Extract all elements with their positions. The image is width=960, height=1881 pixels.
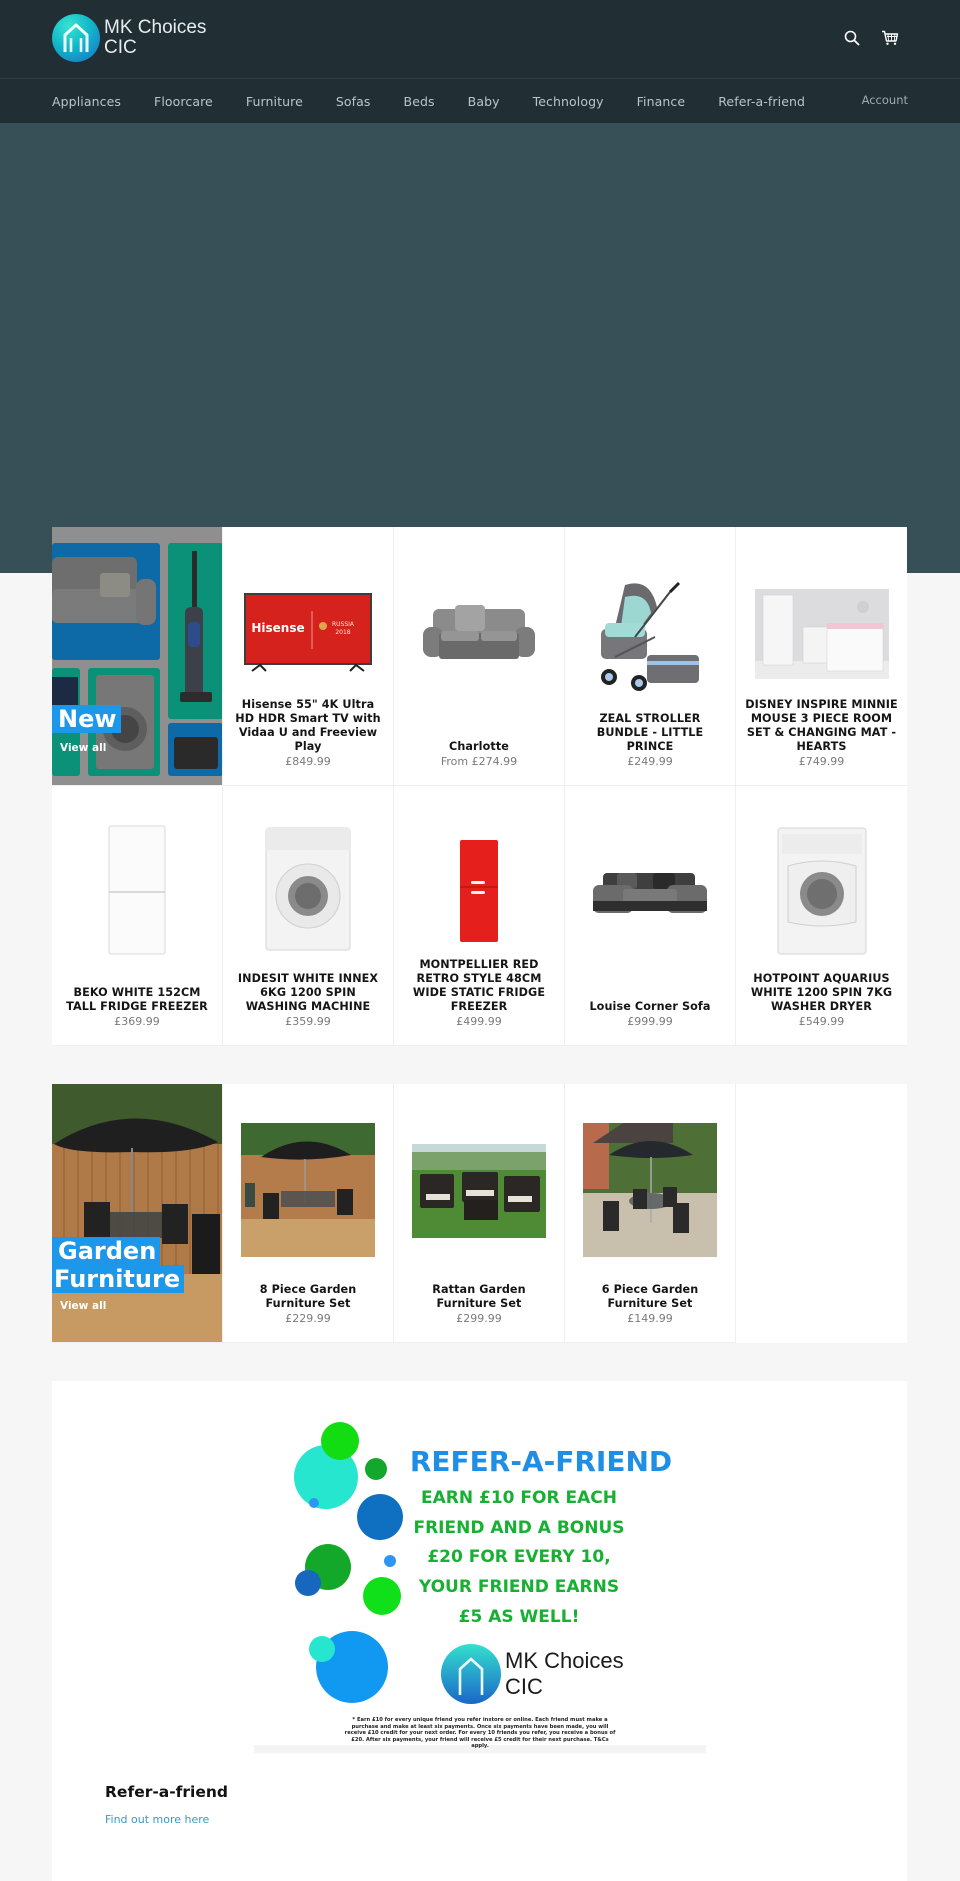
- collection-feature-garden-furniture[interactable]: Garden Furniture View all: [52, 1084, 223, 1343]
- svg-text:2018: 2018: [335, 629, 350, 636]
- product-card[interactable]: 8 Piece Garden Furniture Set £229.99: [223, 1084, 394, 1343]
- product-image-fridge: [108, 825, 166, 955]
- nav-item-furniture[interactable]: Furniture: [246, 94, 303, 109]
- collection-new: New View all Hisense RUSSIA 2018 Hisense…: [52, 527, 907, 1046]
- banner-line: £20 FOR EVERY 10,: [427, 1547, 610, 1567]
- product-price: £299.99: [456, 1312, 502, 1325]
- nav-item-finance[interactable]: Finance: [637, 94, 686, 109]
- product-title: Louise Corner Sofa: [589, 1000, 711, 1013]
- banner-headline: REFER-A-FRIEND: [410, 1445, 672, 1478]
- product-image-washer-dryer: [777, 827, 866, 955]
- product-card[interactable]: 6 Piece Garden Furniture Set £149.99: [565, 1084, 736, 1343]
- product-title: ZEAL STROLLER BUNDLE - LITTLE PRINCE: [596, 712, 704, 753]
- search-icon[interactable]: [842, 28, 862, 48]
- product-image-8-piece-garden-set: [241, 1123, 375, 1257]
- product-card[interactable]: Louise Corner Sofa £999.99: [565, 786, 736, 1046]
- product-title: DISNEY INSPIRE MINNIE MOUSE 3 PIECE ROOM…: [745, 698, 898, 753]
- banner-logo-icon: [441, 1644, 501, 1704]
- collection-title: New: [52, 705, 121, 733]
- banner-line: YOUR FRIEND EARNS: [418, 1577, 619, 1597]
- product-price: £249.99: [627, 755, 673, 768]
- collection-feature-new[interactable]: New View all: [52, 527, 223, 786]
- logo-text-line2: CIC: [104, 37, 137, 58]
- nav-item-sofas[interactable]: Sofas: [336, 94, 371, 109]
- main-nav: Appliances Floorcare Furniture Sofas Bed…: [0, 78, 960, 123]
- product-card[interactable]: DISNEY INSPIRE MINNIE MOUSE 3 PIECE ROOM…: [736, 527, 907, 786]
- nav-item-technology[interactable]: Technology: [533, 94, 604, 109]
- product-title: MONTPELLIER RED RETRO STYLE 48CM WIDE ST…: [412, 958, 546, 1013]
- product-price: £499.99: [456, 1015, 502, 1028]
- collection-garden-furniture: Garden Furniture View all 8 Piece Garden…: [52, 1084, 907, 1343]
- svg-text:Hisense: Hisense: [251, 621, 304, 635]
- product-price: £999.99: [627, 1015, 673, 1028]
- site-logo[interactable]: MK Choices CIC: [52, 14, 206, 62]
- product-image-corner-sofa: [593, 873, 707, 913]
- view-all-link[interactable]: View all: [60, 1300, 106, 1312]
- banner-logo-line2: CIC: [505, 1674, 543, 1699]
- empty-grid-cell: [736, 1084, 907, 1343]
- product-title: BEKO WHITE 152CM TALL FRIDGE FREEZER: [66, 986, 208, 1013]
- product-card[interactable]: HOTPOINT AQUARIUS WHITE 1200 SPIN 7KG WA…: [736, 786, 907, 1046]
- view-all-link[interactable]: View all: [60, 742, 106, 754]
- product-image-washing-machine: [265, 827, 351, 951]
- product-image-red-fridge: [460, 840, 498, 942]
- cart-icon[interactable]: [880, 28, 900, 48]
- product-price: £549.99: [798, 1015, 845, 1028]
- banner-line: FRIEND AND A BONUS: [413, 1518, 624, 1538]
- product-title: Rattan Garden Furniture Set: [432, 1283, 526, 1310]
- product-card[interactable]: ZEAL STROLLER BUNDLE - LITTLE PRINCE £24…: [565, 527, 736, 786]
- nav-item-appliances[interactable]: Appliances: [52, 94, 121, 109]
- product-card[interactable]: Hisense RUSSIA 2018 Hisense 55" 4K Ultra…: [223, 527, 394, 786]
- banner-line: EARN £10 FOR EACH: [421, 1488, 617, 1508]
- hero-banner: [0, 123, 960, 573]
- refer-banner-graphic: REFER-A-FRIEND EARN £10 FOR EACH FRIEND …: [254, 1381, 706, 1753]
- product-price: £229.99: [285, 1312, 331, 1325]
- product-title: 8 Piece Garden Furniture Set: [259, 1283, 357, 1310]
- product-card[interactable]: Rattan Garden Furniture Set £299.99: [394, 1084, 565, 1343]
- collection-title-line1: Garden: [52, 1237, 161, 1265]
- find-out-more-link[interactable]: Find out more here: [105, 1813, 209, 1826]
- product-card[interactable]: Charlotte From £274.99: [394, 527, 565, 786]
- product-price: £359.99: [285, 1015, 331, 1028]
- refer-a-friend-section: REFER-A-FRIEND EARN £10 FOR EACH FRIEND …: [52, 1381, 907, 1881]
- nav-item-refer-a-friend[interactable]: Refer-a-friend: [718, 94, 805, 109]
- svg-text:RUSSIA: RUSSIA: [332, 621, 355, 628]
- product-title: HOTPOINT AQUARIUS WHITE 1200 SPIN 7KG WA…: [750, 972, 893, 1013]
- banner-logo-line1: MK Choices: [505, 1648, 624, 1673]
- product-image-sofa: [423, 605, 535, 659]
- banner-line: £5 AS WELL!: [459, 1607, 580, 1627]
- product-title: Charlotte: [449, 740, 509, 753]
- nav-item-floorcare[interactable]: Floorcare: [154, 94, 213, 109]
- logo-text-line1: MK Choices: [104, 17, 207, 38]
- product-title: Hisense 55" 4K Ultra HD HDR Smart TV wit…: [235, 698, 381, 753]
- product-card[interactable]: BEKO WHITE 152CM TALL FRIDGE FREEZER £36…: [52, 786, 223, 1046]
- product-title: INDESIT WHITE INNEX 6KG 1200 SPIN WASHIN…: [237, 972, 379, 1013]
- site-header: MK Choices CIC: [0, 0, 960, 78]
- product-image-rattan-garden-set: [412, 1144, 546, 1238]
- product-price: From £274.99: [440, 755, 518, 768]
- product-image-stroller: [601, 581, 699, 691]
- product-card[interactable]: MONTPELLIER RED RETRO STYLE 48CM WIDE ST…: [394, 786, 565, 1046]
- logo-house-icon: [52, 14, 100, 62]
- product-card[interactable]: INDESIT WHITE INNEX 6KG 1200 SPIN WASHIN…: [223, 786, 394, 1046]
- account-link[interactable]: Account: [862, 93, 908, 107]
- product-image-room-set: [754, 589, 889, 679]
- product-price: £149.99: [627, 1312, 673, 1325]
- refer-a-friend-banner[interactable]: REFER-A-FRIEND EARN £10 FOR EACH FRIEND …: [254, 1381, 706, 1753]
- product-price: £749.99: [798, 755, 845, 768]
- nav-item-baby[interactable]: Baby: [468, 94, 500, 109]
- collection-title-line2: Furniture: [52, 1265, 185, 1293]
- product-price: £369.99: [114, 1015, 160, 1028]
- nav-item-beds[interactable]: Beds: [404, 94, 435, 109]
- refer-heading: Refer-a-friend: [105, 1783, 229, 1801]
- product-price: £849.99: [285, 755, 331, 768]
- banner-fineprint: * Earn £10 for every unique friend you r…: [344, 1717, 616, 1749]
- product-image-tv: Hisense RUSSIA 2018: [244, 593, 372, 672]
- product-title: 6 Piece Garden Furniture Set: [601, 1283, 699, 1310]
- product-image-6-piece-garden-set: [583, 1123, 717, 1257]
